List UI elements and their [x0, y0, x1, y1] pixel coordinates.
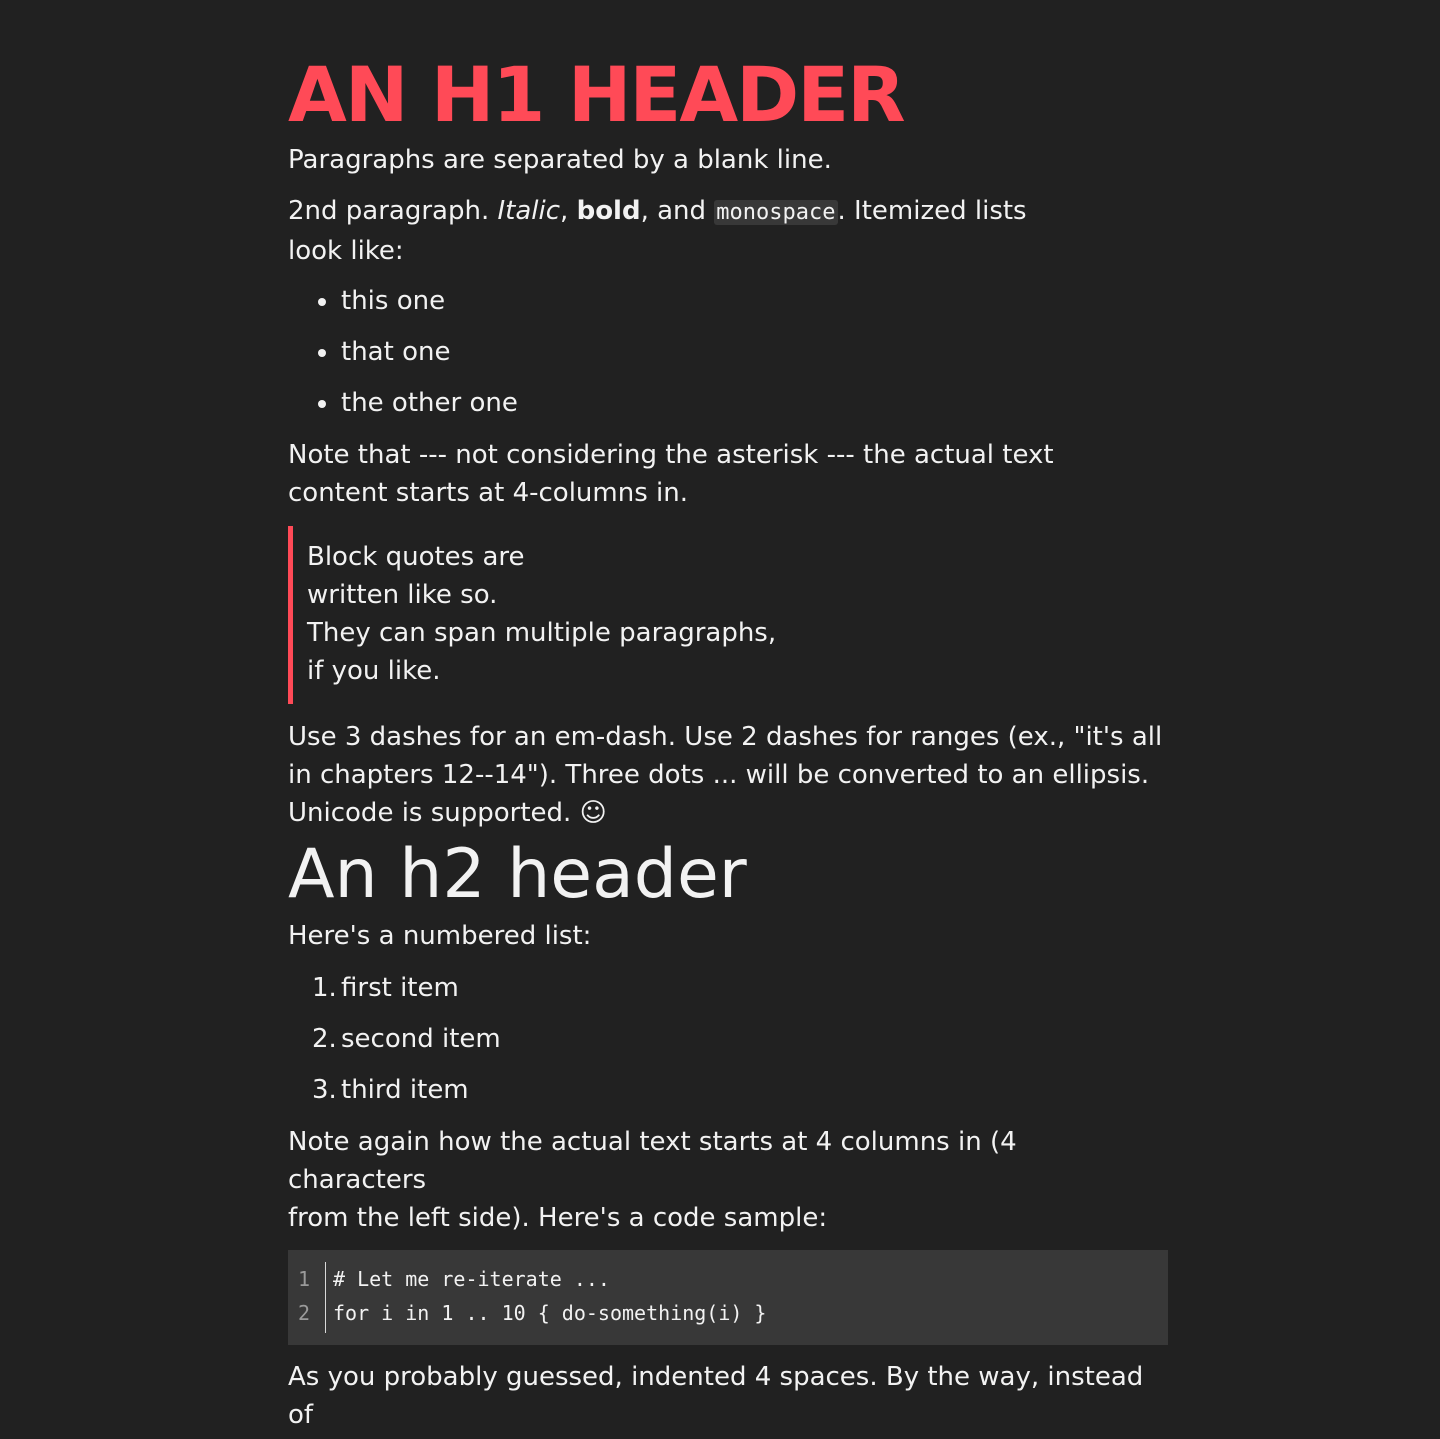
bold-text: bold	[576, 196, 641, 226]
dashes-line: Unicode is supported. ☺	[288, 798, 607, 828]
list-item: 3. third item	[288, 1071, 1148, 1122]
bullet-icon	[318, 298, 326, 306]
paragraph-suffix: . Itemized lists	[837, 196, 1027, 226]
paragraph-prefix: 2nd paragraph.	[288, 196, 498, 226]
numbered-list-intro: Here's a numbered list:	[288, 921, 592, 951]
list-item-label: first item	[341, 973, 459, 1003]
blockquote-text: Block quotes are written like so. They c…	[307, 538, 1187, 690]
blockquote-line: They can span multiple paragraphs,	[307, 618, 777, 648]
code-content[interactable]: # Let me re-iterate ... for i in 1 .. 10…	[333, 1262, 1153, 1330]
page-title: AN H1 HEADER	[288, 50, 906, 139]
blockquote-line: if you like.	[307, 656, 441, 686]
closing-paragraph: As you probably guessed, indented 4 spac…	[288, 1358, 1168, 1434]
separator-text: , and	[640, 196, 715, 226]
note-line-2: content starts at 4-columns in.	[288, 478, 688, 508]
list-item-label: that one	[341, 337, 451, 367]
blockquote-line: Block quotes are	[307, 542, 525, 572]
blockquote: Block quotes are written like so. They c…	[288, 526, 1153, 704]
list-item-label: this one	[341, 286, 446, 316]
bullet-list: this one that one the other one	[288, 282, 1148, 435]
list-item: the other one	[288, 384, 1148, 435]
bullet-icon	[318, 400, 326, 408]
dashes-paragraph: Use 3 dashes for an em-dash. Use 2 dashe…	[288, 718, 1168, 832]
blockquote-line: written like so.	[307, 580, 498, 610]
note-columns-paragraph: Note that --- not considering the asteri…	[288, 436, 1168, 512]
list-item-label: second item	[341, 1024, 501, 1054]
line-number: 2	[297, 1301, 310, 1325]
note-again-line: Note again how the actual text starts at…	[288, 1127, 1017, 1157]
dashes-line: in chapters 12--14"). Three dots ... wil…	[288, 760, 1150, 790]
note-again-line: from the left side). Here's a code sampl…	[288, 1203, 828, 1233]
list-item: that one	[288, 333, 1148, 384]
inline-code: monospace	[714, 200, 838, 225]
paragraph-line-2: look like:	[288, 236, 404, 266]
code-line[interactable]: # Let me re-iterate ...	[333, 1267, 610, 1291]
note-again-paragraph: Note again how the actual text starts at…	[288, 1123, 1168, 1237]
line-number: 1	[297, 1267, 310, 1291]
list-number: 3.	[312, 1075, 337, 1105]
code-line[interactable]: for i in 1 .. 10 { do-something(i) }	[333, 1301, 766, 1325]
list-item-label: the other one	[341, 388, 518, 418]
line-number-gutter: 1 2	[288, 1262, 326, 1333]
list-item: this one	[288, 282, 1148, 333]
italic-text: Italic	[497, 196, 561, 226]
closing-line: As you probably guessed, indented 4 spac…	[288, 1362, 1144, 1392]
closing-line: of	[288, 1400, 314, 1430]
list-number: 2.	[312, 1024, 337, 1054]
paragraph-blank-line: Paragraphs are separated by a blank line…	[288, 145, 832, 175]
code-block[interactable]: 1 2 # Let me re-iterate ... for i in 1 .…	[288, 1250, 1168, 1345]
section-heading: An h2 header	[288, 835, 747, 914]
list-item: 1. first item	[288, 969, 1148, 1020]
paragraph-formatting: 2nd paragraph. Italic, bold, and monospa…	[288, 192, 1168, 270]
list-item-label: third item	[341, 1075, 469, 1105]
numbered-list: 1. first item 2. second item 3. third item	[288, 969, 1148, 1122]
note-line-1: Note that --- not considering the asteri…	[288, 440, 1054, 470]
dashes-line: Use 3 dashes for an em-dash. Use 2 dashe…	[288, 722, 1163, 752]
note-again-line: characters	[288, 1165, 427, 1195]
list-item: 2. second item	[288, 1020, 1148, 1071]
separator-text: ,	[560, 196, 577, 226]
list-number: 1.	[312, 973, 337, 1003]
bullet-icon	[318, 349, 326, 357]
